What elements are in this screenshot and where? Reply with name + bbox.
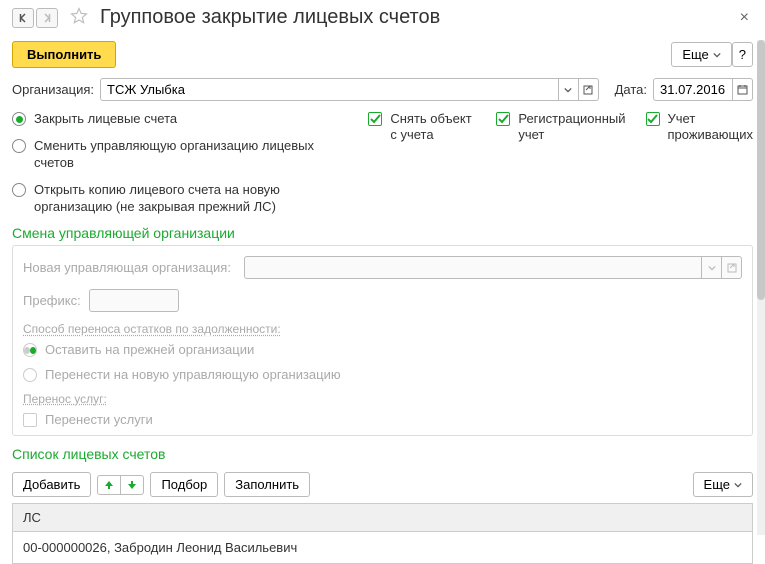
radio-debt-keep[interactable]: Оставить на прежней организации <box>23 342 742 359</box>
org-open-button[interactable] <box>579 78 599 101</box>
date-input[interactable] <box>653 78 733 101</box>
favorite-star-icon[interactable] <box>70 7 88 28</box>
date-label: Дата: <box>615 82 647 97</box>
section-change-org-title: Смена управляющей организации <box>0 219 765 245</box>
check-remove-object[interactable]: Снять объект с учета <box>368 111 476 215</box>
radio-icon <box>23 343 37 357</box>
check-label: Перенести услуги <box>45 412 153 427</box>
more-label: Еще <box>682 47 708 62</box>
svc-subheader: Перенос услуг: <box>23 392 742 406</box>
execute-button[interactable]: Выполнить <box>12 41 116 68</box>
scrollbar-thumb[interactable] <box>757 40 765 300</box>
help-button[interactable]: ? <box>732 42 753 67</box>
check-label: Регистрационный учет <box>518 111 625 142</box>
org-label: Организация: <box>12 82 94 97</box>
fill-button[interactable]: Заполнить <box>224 472 310 497</box>
scrollbar[interactable] <box>757 40 765 535</box>
more-button[interactable]: Еще <box>671 42 731 67</box>
move-down-button[interactable] <box>121 475 144 495</box>
col-header-ls[interactable]: ЛС <box>13 504 752 532</box>
check-label: Снять объект с учета <box>390 111 476 142</box>
nav-back-button[interactable] <box>12 8 34 28</box>
prefix-input[interactable] <box>89 289 179 312</box>
radio-change-org[interactable]: Сменить управляющую организацию лицевых … <box>12 138 344 172</box>
radio-icon <box>12 112 26 126</box>
radio-label: Открыть копию лицевого счета на новую ор… <box>34 182 344 216</box>
org-dropdown-button[interactable] <box>559 78 579 101</box>
list-more-button[interactable]: Еще <box>693 472 753 497</box>
radio-label: Оставить на прежней организации <box>45 342 254 359</box>
check-icon <box>368 112 382 126</box>
calendar-button[interactable] <box>733 78 753 101</box>
debt-subheader: Способ переноса остатков по задолженност… <box>23 322 742 336</box>
more-label: Еще <box>704 477 730 492</box>
close-button[interactable]: × <box>736 9 753 27</box>
org-input[interactable] <box>100 78 559 101</box>
table-row[interactable]: 00-000000026, Забродин Леонид Васильевич <box>13 532 752 563</box>
nav-forward-button[interactable] <box>36 8 58 28</box>
check-icon <box>646 112 660 126</box>
add-button[interactable]: Добавить <box>12 472 91 497</box>
prefix-label: Префикс: <box>23 293 83 308</box>
radio-icon <box>12 139 26 153</box>
section-change-org: Новая управляющая организация: Префикс: … <box>12 245 753 436</box>
section-list-title: Список лицевых счетов <box>0 436 765 466</box>
check-registration[interactable]: Регистрационный учет <box>496 111 625 215</box>
radio-icon <box>12 183 26 197</box>
new-org-dropdown-button[interactable] <box>702 256 722 279</box>
radio-close-accounts[interactable]: Закрыть лицевые счета <box>12 111 344 128</box>
accounts-table: ЛС 00-000000026, Забродин Леонид Василье… <box>12 503 753 564</box>
new-org-open-button[interactable] <box>722 256 742 279</box>
radio-label: Перенести на новую управляющую организац… <box>45 367 341 384</box>
check-icon <box>23 413 37 427</box>
page-title: Групповое закрытие лицевых счетов <box>100 6 724 29</box>
move-up-button[interactable] <box>97 475 121 495</box>
check-icon <box>496 112 510 126</box>
check-transfer-services[interactable]: Перенести услуги <box>23 412 742 427</box>
radio-debt-transfer[interactable]: Перенести на новую управляющую организац… <box>23 367 742 384</box>
radio-open-copy[interactable]: Открыть копию лицевого счета на новую ор… <box>12 182 344 216</box>
check-label: Учет проживающих <box>668 111 754 142</box>
radio-icon <box>23 368 37 382</box>
radio-label: Сменить управляющую организацию лицевых … <box>34 138 344 172</box>
new-org-input[interactable] <box>244 256 702 279</box>
check-residents[interactable]: Учет проживающих <box>646 111 754 215</box>
new-org-label: Новая управляющая организация: <box>23 260 238 275</box>
radio-label: Закрыть лицевые счета <box>34 111 177 128</box>
pick-button[interactable]: Подбор <box>150 472 218 497</box>
